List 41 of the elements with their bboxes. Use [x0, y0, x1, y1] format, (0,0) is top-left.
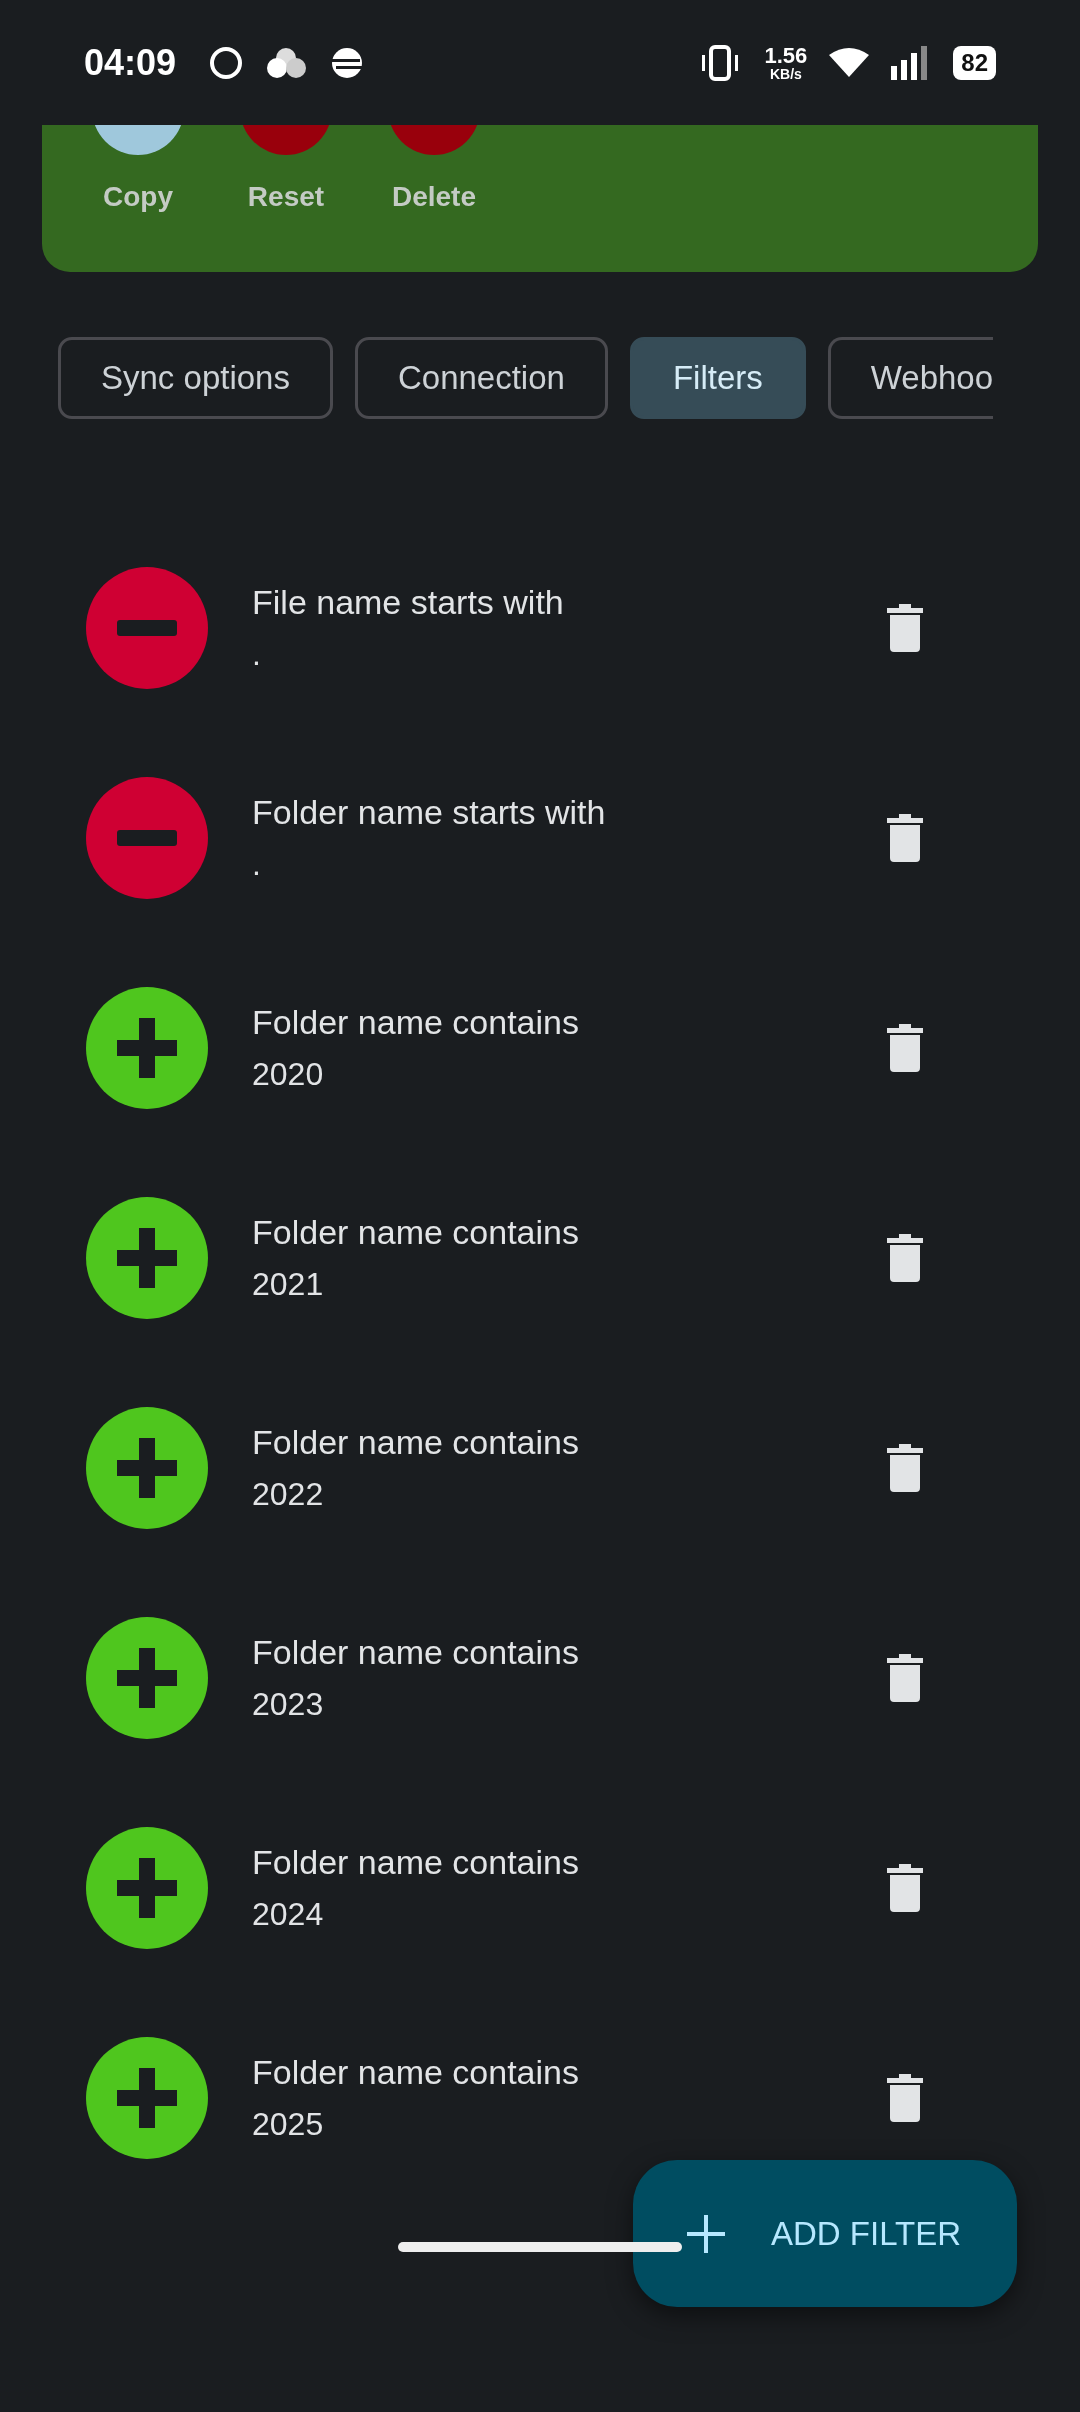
filter-title: Folder name contains: [252, 1843, 580, 1882]
battery-level: 82: [953, 45, 996, 80]
filter-value: 2020: [252, 1056, 325, 1093]
filter-title: Folder name contains: [252, 2053, 580, 2092]
filter-value: 2024: [252, 1896, 325, 1933]
filter-value: .: [252, 636, 262, 673]
clock: 04:09: [84, 41, 177, 84]
delete-icon[interactable]: [887, 1864, 923, 1912]
delete-icon[interactable]: [887, 1234, 923, 1282]
filter-title: Folder name contains: [252, 1633, 580, 1672]
delete-icon[interactable]: [887, 1444, 923, 1492]
filter-value: 2025: [252, 2106, 325, 2143]
filter-title: Folder name contains: [252, 1213, 580, 1252]
wifi-icon: [829, 46, 870, 79]
tab[interactable]: Connection: [354, 337, 608, 419]
action-label[interactable]: Reset: [247, 181, 325, 213]
delete-icon[interactable]: [887, 1024, 923, 1072]
network-speed: 1.56: [764, 44, 808, 67]
speed-unit: KB/s: [769, 66, 802, 81]
filter-value: 2022: [252, 1476, 325, 1513]
tab[interactable]: Filters: [629, 337, 806, 419]
filter-value: .: [252, 846, 262, 883]
filter-title: File name starts with: [252, 583, 565, 622]
filter-value: 2021: [252, 1266, 325, 1303]
tab[interactable]: Sync options: [58, 337, 333, 419]
filter-value: 2023: [252, 1686, 325, 1723]
action-label[interactable]: Delete: [391, 181, 476, 213]
delete-icon[interactable]: [887, 2074, 923, 2122]
filter-title: Folder name starts with: [252, 793, 607, 832]
delete-icon[interactable]: [887, 814, 923, 862]
action-label[interactable]: Copy: [103, 181, 173, 213]
cloud-icon: [266, 46, 309, 79]
planet-icon: [330, 45, 365, 80]
delete-icon[interactable]: [887, 1654, 923, 1702]
filter-title: Folder name contains: [252, 1003, 580, 1042]
filter-title: Folder name contains: [252, 1423, 580, 1462]
tab[interactable]: Webhoo: [827, 337, 994, 419]
add-filter-label: ADD FILTER: [771, 2214, 962, 2253]
add-filter-button[interactable]: ADD FILTER: [633, 2160, 1017, 2307]
plus-icon: [687, 2214, 725, 2253]
delete-icon[interactable]: [887, 604, 923, 652]
